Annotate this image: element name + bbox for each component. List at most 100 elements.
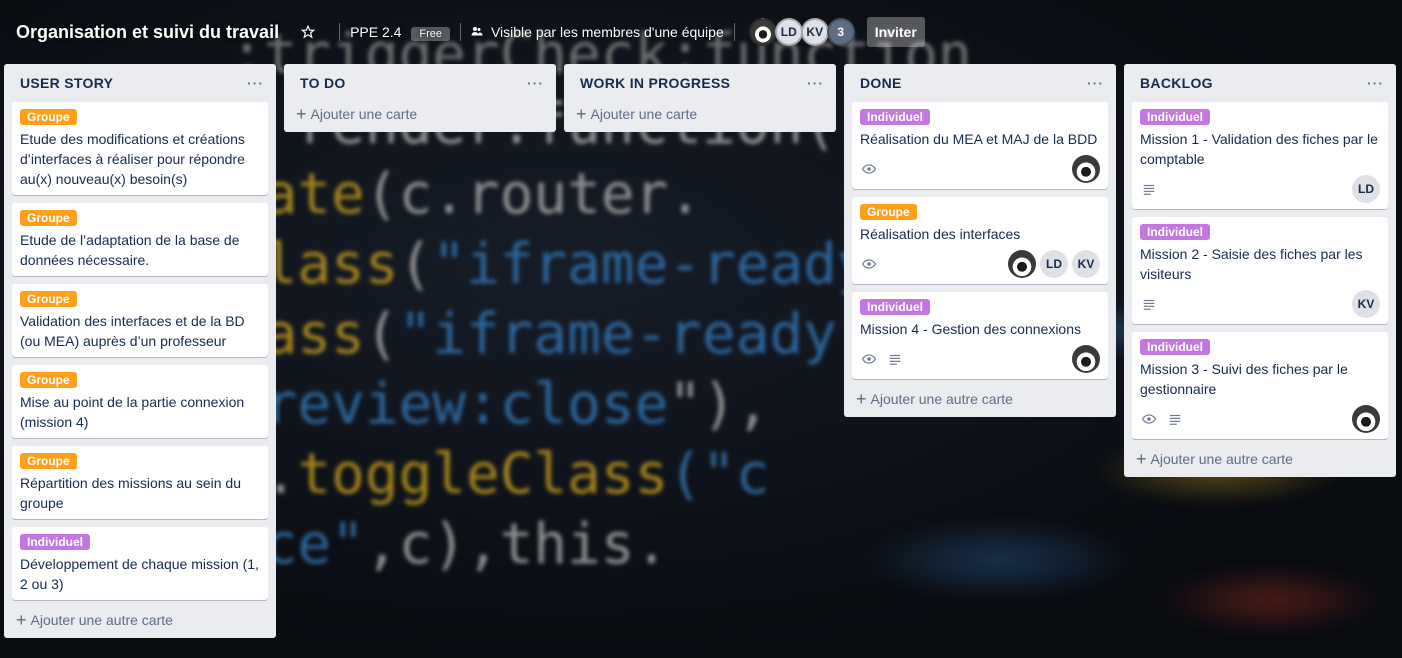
- board-members: LD KV 3: [748, 18, 855, 46]
- list-header: DONE ···: [852, 64, 1108, 102]
- description-icon: [1140, 180, 1158, 198]
- list-card[interactable]: Groupe Répartition des missions au sein …: [12, 446, 268, 519]
- card-footer: KV: [1140, 290, 1380, 318]
- list-title[interactable]: WORK IN PROGRESS: [580, 75, 730, 91]
- card-label: Groupe: [20, 291, 77, 307]
- avatar[interactable]: [748, 18, 777, 46]
- eye-icon: [860, 255, 878, 273]
- list-card[interactable]: Groupe Mise au point de la partie connex…: [12, 365, 268, 438]
- add-card-button[interactable]: + Ajouter une autre carte: [1132, 447, 1388, 469]
- list-work-in-progress: WORK IN PROGRESS ··· + Ajouter une carte: [564, 64, 836, 132]
- more-horizontal-icon[interactable]: ···: [807, 75, 824, 91]
- list-card[interactable]: Individuel Développement de chaque missi…: [12, 527, 268, 600]
- card-title: Etude de l’adaptation de la base de donn…: [20, 232, 240, 268]
- more-horizontal-icon[interactable]: ···: [1367, 75, 1384, 91]
- header-divider: [339, 23, 341, 41]
- avatar[interactable]: LD: [1352, 175, 1380, 203]
- more-horizontal-icon[interactable]: ···: [1087, 75, 1104, 91]
- card-label: Groupe: [20, 453, 77, 469]
- list-header: TO DO ···: [292, 64, 548, 102]
- avatar[interactable]: KV: [1072, 250, 1100, 278]
- eye-icon: [860, 350, 878, 368]
- star-icon[interactable]: [297, 21, 319, 43]
- card-label: Individuel: [860, 109, 931, 125]
- team-visibility-icon: [471, 25, 483, 40]
- card-members: [1068, 345, 1100, 373]
- avatar[interactable]: LD: [774, 18, 803, 46]
- list-title[interactable]: USER STORY: [20, 75, 113, 91]
- add-card-button[interactable]: + Ajouter une carte: [572, 102, 828, 124]
- card-badges: [1140, 295, 1166, 313]
- more-horizontal-icon[interactable]: ···: [247, 75, 264, 91]
- list-title[interactable]: TO DO: [300, 75, 346, 91]
- card-badges: [1140, 180, 1166, 198]
- card-label: Groupe: [20, 109, 77, 125]
- description-icon: [886, 350, 904, 368]
- card-label: Groupe: [20, 372, 77, 388]
- list-user-story: USER STORY ··· Groupe Etude des modifica…: [4, 64, 276, 638]
- avatar[interactable]: KV: [1352, 290, 1380, 318]
- team-button[interactable]: PPE 2.4 Free: [350, 24, 450, 41]
- add-card-button[interactable]: + Ajouter une carte: [292, 102, 548, 124]
- add-card-label: Ajouter une autre carte: [1150, 451, 1293, 467]
- team-name: PPE 2.4: [350, 23, 402, 40]
- card-title: Mission 4 - Gestion des connexions: [860, 321, 1081, 337]
- avatar[interactable]: [1008, 250, 1036, 278]
- list-card[interactable]: Groupe Validation des interfaces et de l…: [12, 284, 268, 357]
- card-members: LD: [1348, 175, 1380, 203]
- card-title: Mise au point de la partie connexion (mi…: [20, 394, 245, 430]
- description-icon: [1166, 410, 1184, 428]
- list-header: USER STORY ···: [12, 64, 268, 102]
- add-card-label: Ajouter une autre carte: [30, 612, 173, 628]
- list-card[interactable]: Groupe Etude de l’adaptation de la base …: [12, 203, 268, 276]
- card-members: [1348, 405, 1380, 433]
- card-label: Groupe: [860, 204, 917, 220]
- board-title[interactable]: Organisation et suivi du travail: [16, 22, 279, 43]
- card-footer: [1140, 405, 1380, 433]
- add-card-button[interactable]: + Ajouter une autre carte: [12, 608, 268, 630]
- plus-icon: +: [576, 104, 587, 124]
- list-card[interactable]: Individuel Réalisation du MEA et MAJ de …: [852, 102, 1108, 189]
- list-title[interactable]: BACKLOG: [1140, 75, 1213, 91]
- visibility-label: Visible par les membres d'une équipe: [490, 24, 724, 40]
- avatar[interactable]: LD: [1040, 250, 1068, 278]
- list-title[interactable]: DONE: [860, 75, 902, 91]
- card-title: Réalisation du MEA et MAJ de la BDD: [860, 131, 1098, 147]
- avatar[interactable]: [1072, 155, 1100, 183]
- header-divider: [459, 23, 461, 41]
- card-members: [1068, 155, 1100, 183]
- card-footer: [860, 345, 1100, 373]
- card-badges: [1140, 410, 1192, 428]
- invite-button[interactable]: Inviter: [866, 17, 925, 47]
- avatar[interactable]: [1352, 405, 1380, 433]
- avatar[interactable]: [1072, 345, 1100, 373]
- header-divider: [733, 23, 735, 41]
- add-card-button[interactable]: + Ajouter une autre carte: [852, 387, 1108, 409]
- list-card[interactable]: Individuel Mission 2 - Saisie des fiches…: [1132, 217, 1388, 324]
- add-card-label: Ajouter une carte: [310, 106, 418, 122]
- card-title: Mission 3 - Suivi des fiches par le gest…: [1140, 361, 1348, 397]
- list-card[interactable]: Individuel Mission 3 - Suivi des fiches …: [1132, 332, 1388, 439]
- card-label: Individuel: [1140, 224, 1211, 240]
- plus-icon: +: [1136, 449, 1147, 469]
- card-label: Individuel: [1140, 109, 1211, 125]
- list-card[interactable]: Individuel Mission 1 - Validation des fi…: [1132, 102, 1388, 209]
- more-horizontal-icon[interactable]: ···: [527, 75, 544, 91]
- avatar[interactable]: KV: [800, 18, 829, 46]
- list-card[interactable]: Individuel Mission 4 - Gestion des conne…: [852, 292, 1108, 379]
- eye-icon: [860, 160, 878, 178]
- plus-icon: +: [856, 389, 867, 409]
- card-members: KV: [1348, 290, 1380, 318]
- list-card[interactable]: Groupe Etude des modifications et créati…: [12, 102, 268, 195]
- card-members: LD KV: [1004, 250, 1100, 278]
- card-badges: [860, 350, 912, 368]
- board-header: Organisation et suivi du travail PPE 2.4…: [0, 0, 1402, 64]
- eye-icon: [1140, 410, 1158, 428]
- list-card[interactable]: Groupe Réalisation des interfaces LD KV: [852, 197, 1108, 284]
- card-footer: LD KV: [860, 250, 1100, 278]
- more-members-count[interactable]: 3: [826, 18, 855, 46]
- plus-icon: +: [16, 610, 27, 630]
- visibility-button[interactable]: Visible par les membres d'une équipe: [471, 24, 724, 40]
- card-footer: LD: [1140, 175, 1380, 203]
- description-icon: [1140, 295, 1158, 313]
